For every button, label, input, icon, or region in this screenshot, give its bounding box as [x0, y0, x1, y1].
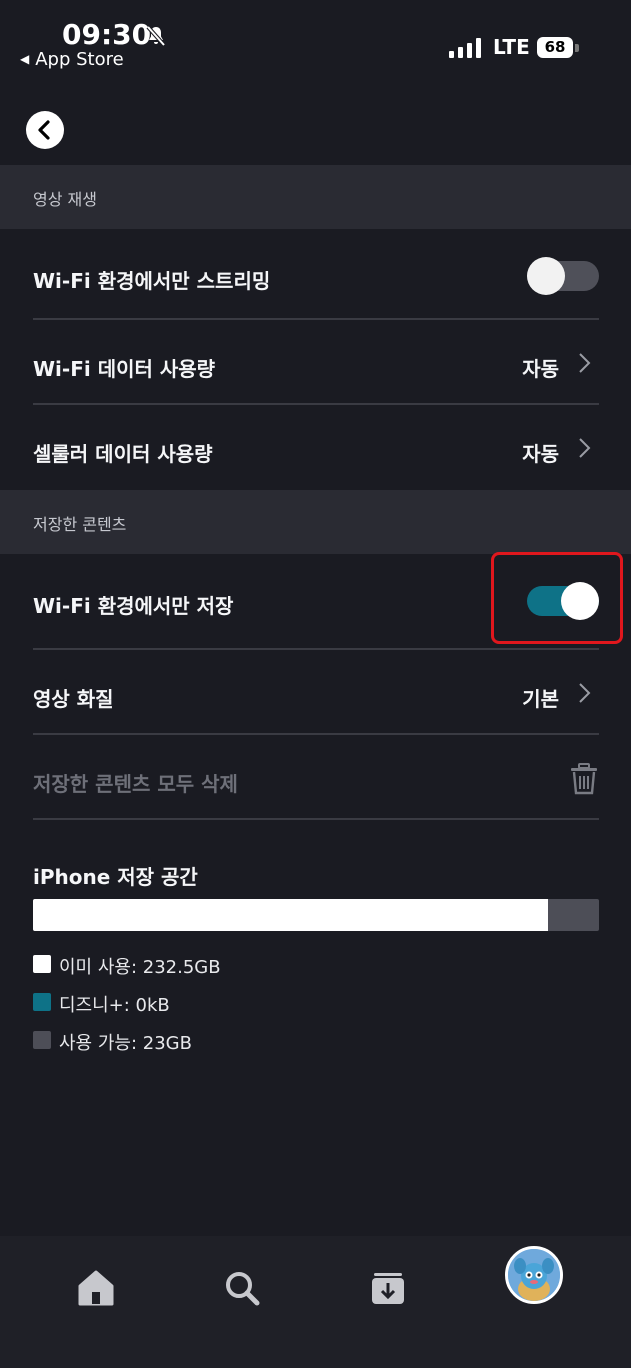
battery-tip	[575, 44, 579, 52]
home-icon[interactable]	[68, 1260, 124, 1316]
network-type: LTE	[493, 35, 530, 59]
legend-swatch	[33, 1031, 51, 1049]
chevron-right-icon	[579, 683, 591, 703]
legend-swatch	[33, 955, 51, 973]
section-header-downloads: 저장한 콘텐츠	[0, 490, 631, 554]
search-icon[interactable]	[214, 1260, 270, 1316]
battery-icon: 68	[537, 37, 573, 58]
chevron-right-icon	[579, 353, 591, 373]
storage-bar	[33, 899, 599, 931]
status-time: 09:30	[62, 18, 152, 51]
downloads-icon[interactable]	[360, 1260, 416, 1316]
toggle-knob	[527, 257, 565, 295]
legend-label: 사용 가능: 23GB	[59, 1033, 192, 1054]
legend-label: 이미 사용: 232.5GB	[59, 957, 221, 978]
wifi-only-streaming-toggle[interactable]	[527, 257, 599, 295]
row-wifi-only-streaming: Wi-Fi 환경에서만 스트리밍	[33, 230, 599, 318]
legend-swatch	[33, 993, 51, 1011]
row-label: 저장한 콘텐츠 모두 삭제	[33, 772, 238, 796]
trash-icon	[571, 763, 597, 795]
row-value: 자동	[522, 442, 559, 466]
row-label: Wi-Fi 환경에서만 저장	[33, 594, 234, 618]
back-to-app-link[interactable]: ◀ App Store	[20, 49, 124, 70]
back-button[interactable]	[26, 111, 64, 149]
status-bar: 09:30 ◀ App Store LTE 68	[0, 0, 631, 80]
row-cellular-data-usage[interactable]: 셀룰러 데이터 사용량 자동	[33, 405, 599, 489]
row-value: 자동	[522, 357, 559, 381]
legend-label: 디즈니+: 0kB	[59, 995, 170, 1016]
storage-bar-used	[33, 899, 549, 931]
section-header-playback: 영상 재생	[0, 165, 631, 229]
highlight-box	[491, 552, 623, 644]
row-video-quality[interactable]: 영상 화질 기본	[33, 650, 599, 734]
row-value: 기본	[522, 687, 559, 711]
storage-title: iPhone 저장 공간	[33, 865, 198, 889]
row-delete-all-downloads[interactable]: 저장한 콘텐츠 모두 삭제	[33, 735, 599, 819]
row-label: Wi-Fi 환경에서만 스트리밍	[33, 269, 271, 293]
row-label: Wi-Fi 데이터 사용량	[33, 357, 216, 381]
cell-signal-icon	[449, 38, 481, 58]
section-title: 영상 재생	[33, 190, 97, 209]
section-title: 저장한 콘텐츠	[33, 515, 127, 534]
chevron-left-icon	[38, 120, 50, 140]
row-wifi-data-usage[interactable]: Wi-Fi 데이터 사용량 자동	[33, 320, 599, 404]
divider	[33, 818, 599, 820]
chevron-right-icon	[579, 438, 591, 458]
back-app-label: App Store	[35, 49, 124, 70]
row-label: 셀룰러 데이터 사용량	[33, 442, 213, 466]
row-label: 영상 화질	[33, 687, 114, 711]
bell-muted-icon	[146, 25, 166, 47]
profile-avatar-image	[508, 1249, 560, 1301]
profile-avatar[interactable]	[505, 1246, 563, 1304]
